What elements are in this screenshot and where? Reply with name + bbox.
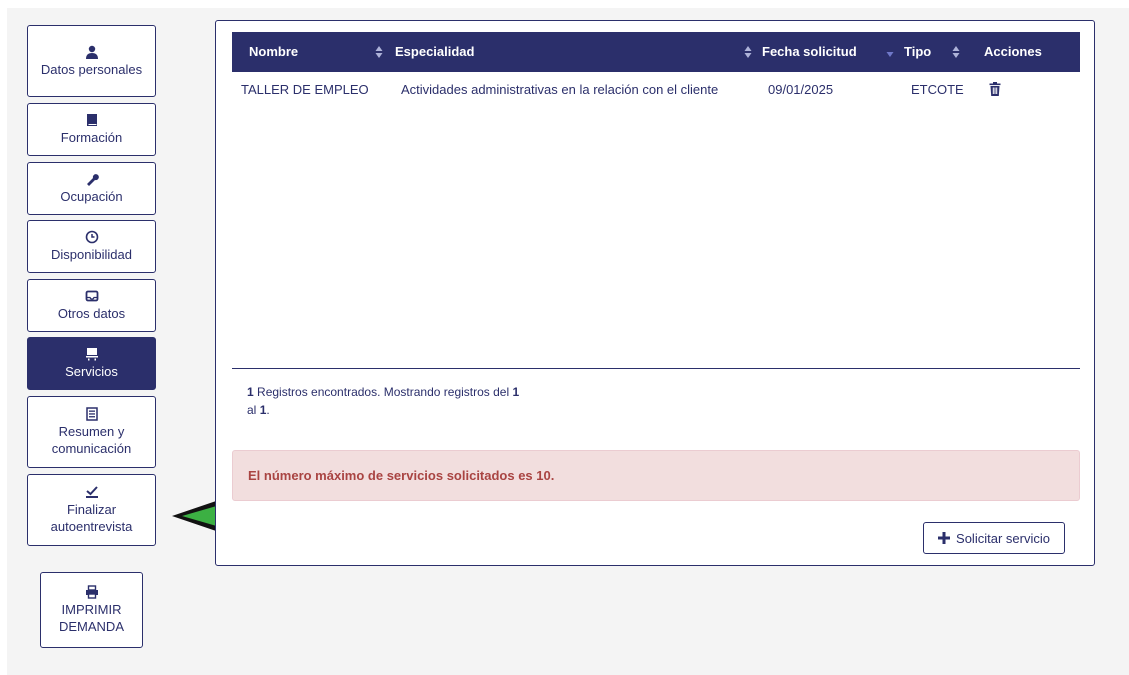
sidebar-item-label: Datos personales	[40, 61, 143, 77]
sidebar-item-otros-datos[interactable]: Otros datos	[27, 279, 156, 332]
services-icon	[85, 348, 98, 361]
cell-especialidad: Actividades administrativas en la relaci…	[401, 82, 719, 97]
table-header: Nombre Especialidad Fecha solicitud Tipo…	[232, 32, 1080, 72]
sidebar-item-label: Servicios	[65, 364, 118, 379]
records-count: 1	[247, 385, 254, 399]
sidebar-item-label: Otros datos	[57, 306, 126, 321]
check-icon	[85, 486, 98, 498]
sidebar-item-disponibilidad[interactable]: Disponibilidad	[27, 220, 156, 273]
sort-icon[interactable]	[375, 45, 383, 59]
services-panel: Nombre Especialidad Fecha solicitud Tipo…	[215, 20, 1095, 566]
clock-icon	[85, 230, 98, 244]
print-label-line-1: IMPRIMIR	[61, 602, 122, 617]
book-icon	[86, 114, 97, 126]
sidebar-item-label: Resumen y comunicación	[51, 424, 132, 456]
sidebar-item-ocupacion[interactable]: Ocupación	[27, 162, 156, 215]
column-header-tipo[interactable]: Tipo	[904, 32, 931, 72]
print-label-line-2: DEMANDA	[58, 619, 124, 634]
sidebar-item-servicios[interactable]: Servicios	[27, 337, 156, 390]
sort-icon[interactable]	[952, 45, 960, 59]
plus-icon	[938, 532, 951, 544]
sort-desc-icon[interactable]	[886, 49, 894, 59]
table-divider	[232, 368, 1080, 369]
list-alt-icon	[85, 407, 98, 421]
solicitar-servicio-label: Solicitar servicio	[956, 530, 1050, 546]
column-header-fecha[interactable]: Fecha solicitud	[762, 32, 857, 72]
sidebar-item-finalizar[interactable]: Finalizar autoentrevista	[27, 474, 156, 546]
print-demand-button[interactable]: IMPRIMIR DEMANDA	[40, 572, 143, 648]
sort-icon[interactable]	[744, 45, 752, 59]
cell-nombre: TALLER DE EMPLEO	[241, 82, 369, 97]
sidebar-item-label: Finalizar autoentrevista	[50, 502, 133, 534]
trash-icon[interactable]	[989, 82, 1001, 96]
sidebar-item-datos-personales[interactable]: Datos personales	[27, 25, 156, 97]
records-from: 1	[512, 385, 520, 399]
inbox-icon	[85, 290, 98, 302]
sidebar-item-label: Ocupación	[60, 189, 123, 204]
wrench-icon	[86, 174, 99, 186]
sidebar-item-label: Formación	[60, 130, 123, 145]
records-text-1: Registros encontrados. Mostrando registr…	[253, 385, 513, 399]
user-icon	[85, 45, 98, 59]
column-header-nombre[interactable]: Nombre	[249, 32, 298, 72]
table-row: TALLER DE EMPLEO Actividades administrat…	[232, 72, 1080, 106]
printer-icon	[85, 585, 98, 599]
records-text-3: .	[266, 403, 270, 417]
cell-tipo: ETCOTE	[911, 82, 964, 97]
column-header-especialidad[interactable]: Especialidad	[395, 32, 474, 72]
sidebar-item-label: Disponibilidad	[51, 247, 132, 262]
column-header-acciones: Acciones	[984, 44, 1042, 59]
sidebar-item-resumen[interactable]: Resumen y comunicación	[27, 396, 156, 468]
records-text-2: al	[247, 403, 260, 417]
records-info: 1 Registros encontrados. Mostrando regis…	[247, 383, 577, 419]
max-services-alert: El número máximo de servicios solicitado…	[232, 450, 1080, 501]
cell-fecha: 09/01/2025	[768, 82, 834, 97]
solicitar-servicio-button[interactable]: Solicitar servicio	[923, 522, 1065, 554]
sidebar-item-formacion[interactable]: Formación	[27, 103, 156, 156]
